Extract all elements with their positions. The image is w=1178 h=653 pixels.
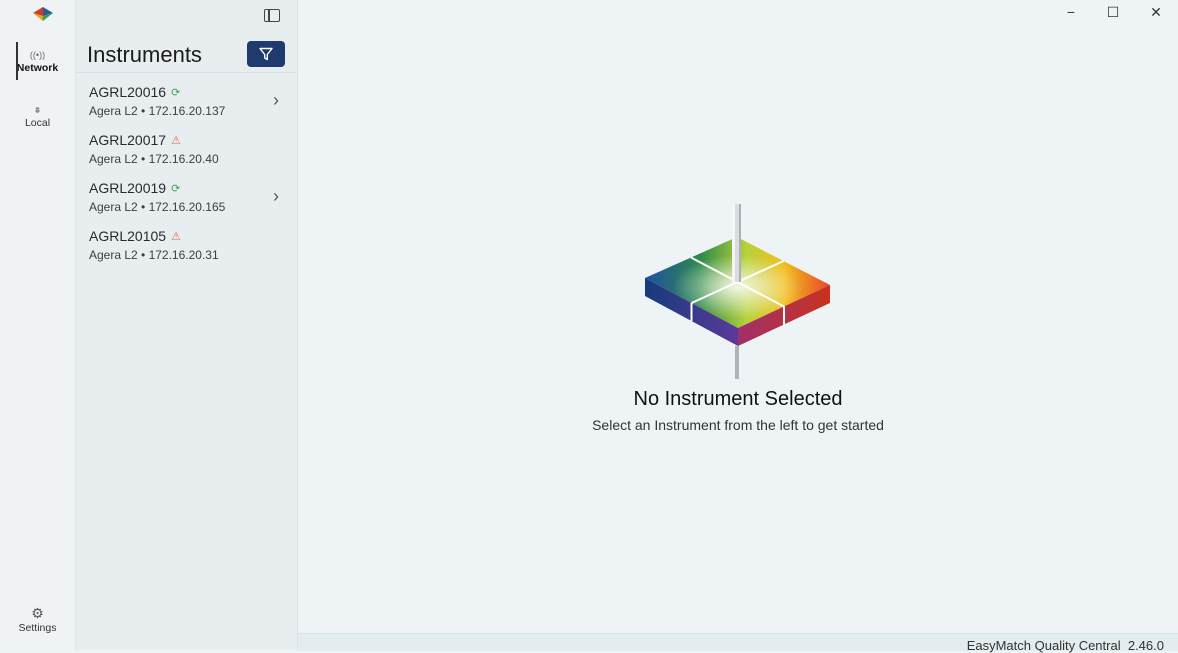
instrument-subtitle: Agera L2 • 172.16.20.31 — [89, 248, 219, 262]
instrument-item[interactable]: AGRL20019 ⟳ Agera L2 • 172.16.20.165 › — [76, 176, 297, 224]
network-icon: ((•)) — [29, 50, 46, 60]
close-button[interactable]: ✕ — [1141, 4, 1171, 21]
version-number: 2.46.0 — [1127, 638, 1164, 653]
instrument-name: AGRL20016 — [89, 84, 167, 100]
rail-item-settings[interactable]: ⚙ Settings — [0, 604, 75, 634]
instrument-subtitle: Agera L2 • 172.16.20.40 — [89, 152, 219, 166]
warning-icon: ⚠ — [171, 231, 181, 243]
app-name: EasyMatch Quality Central — [966, 638, 1121, 653]
app-logo — [33, 7, 53, 21]
gear-icon: ⚙ — [31, 605, 44, 621]
instruments-panel: Instruments AGRL20016 ⟳ Agera L2 • 172.16… — [76, 0, 298, 650]
rail-item-network[interactable]: ((•)) Network — [0, 42, 75, 80]
instrument-item[interactable]: AGRL20017 ⚠ Agera L2 • 172.16.20.40 — [76, 128, 297, 176]
minimize-button[interactable]: − — [1056, 4, 1086, 20]
app-version: EasyMatch Quality Central 2.46.0 — [967, 638, 1164, 653]
local-icon: ⩩ — [35, 105, 40, 115]
filter-button[interactable] — [247, 41, 285, 67]
instrument-name: AGRL20017 — [89, 132, 167, 148]
warning-icon: ⚠ — [171, 135, 181, 147]
filter-icon — [259, 47, 273, 61]
instrument-item[interactable]: AGRL20105 ⚠ Agera L2 • 172.16.20.31 — [76, 224, 297, 272]
instrument-illustration — [645, 204, 830, 379]
sync-icon: ⟳ — [171, 87, 181, 99]
nav-rail: ((•)) Network ⩩ Local ⚙ Settings — [0, 0, 76, 650]
sidebar-toggle-icon[interactable] — [264, 9, 280, 22]
chevron-right-icon[interactable]: › — [273, 186, 279, 207]
empty-state-subtitle: Select an Instrument from the left to ge… — [592, 417, 884, 433]
chevron-right-icon[interactable]: › — [273, 90, 279, 111]
rail-item-label: Settings — [18, 622, 57, 634]
instrument-subtitle: Agera L2 • 172.16.20.137 — [89, 104, 226, 118]
rail-item-local[interactable]: ⩩ Local — [0, 103, 75, 129]
instrument-name: AGRL20105 — [89, 228, 167, 244]
instrument-list: AGRL20016 ⟳ Agera L2 • 172.16.20.137 › AG… — [76, 80, 297, 272]
instrument-subtitle: Agera L2 • 172.16.20.165 — [89, 200, 226, 214]
status-bar: EasyMatch Quality Central 2.46.0 — [298, 633, 1178, 653]
sync-icon: ⟳ — [171, 183, 181, 195]
panel-divider — [76, 72, 297, 73]
instrument-item[interactable]: AGRL20016 ⟳ Agera L2 • 172.16.20.137 › — [76, 80, 297, 128]
rail-item-label: Network — [16, 62, 59, 74]
instrument-name: AGRL20019 — [89, 180, 167, 196]
rail-item-label: Local — [24, 117, 51, 129]
empty-state-title: No Instrument Selected — [633, 388, 843, 410]
panel-title: Instruments — [87, 42, 202, 67]
maximize-button[interactable]: ☐ — [1098, 4, 1128, 21]
